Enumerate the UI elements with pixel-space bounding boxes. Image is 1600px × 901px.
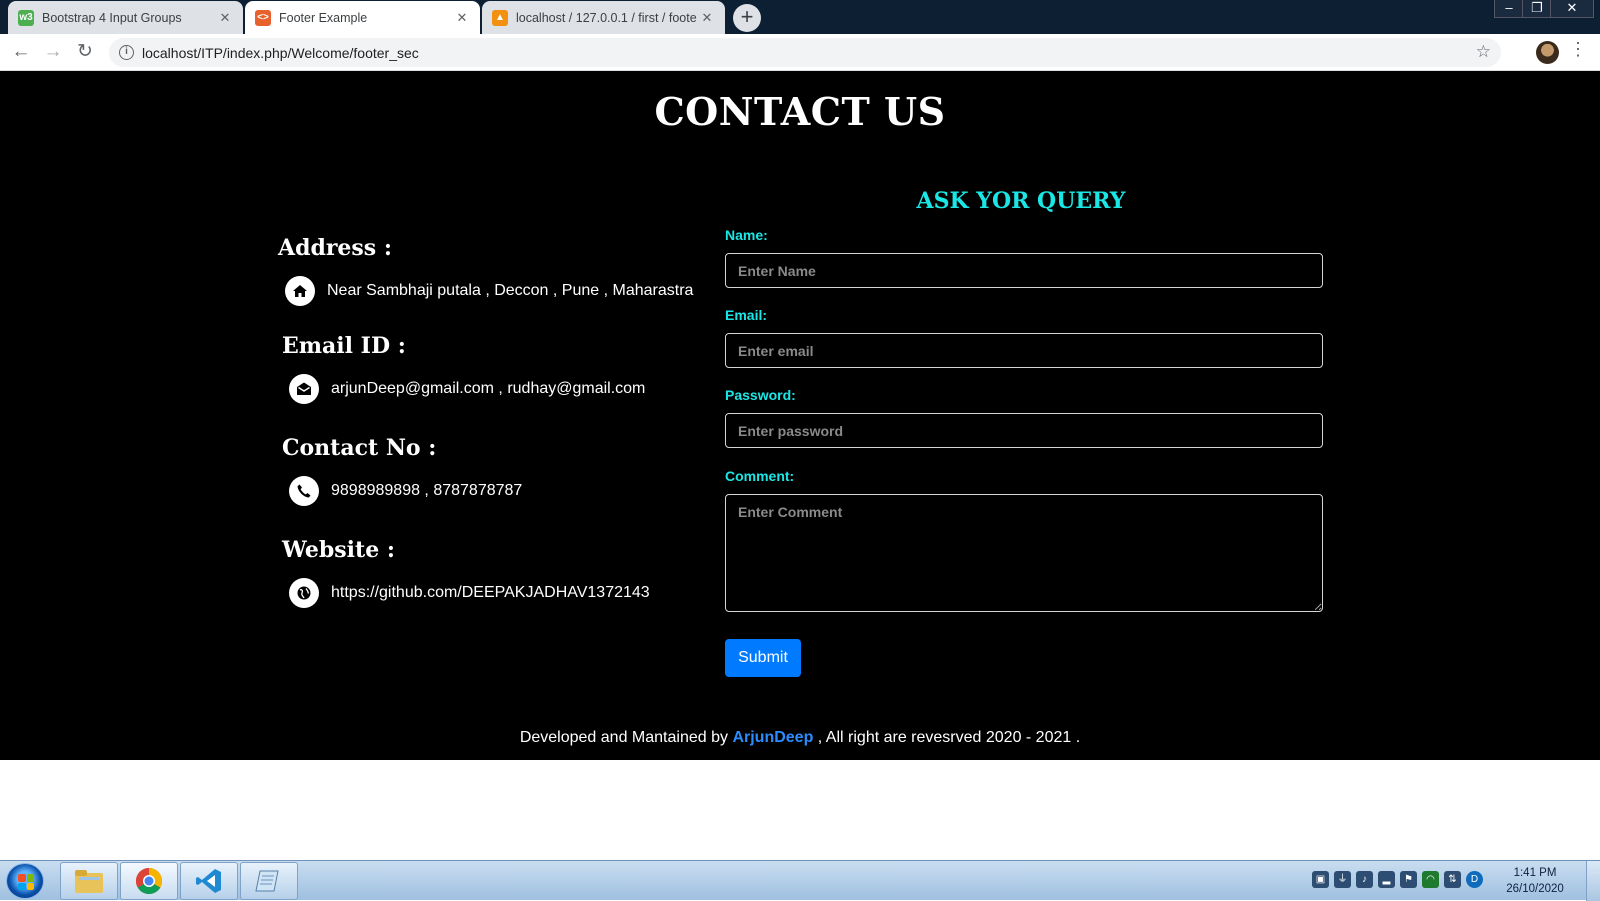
name-label: Name: <box>725 227 768 243</box>
reload-button[interactable]: ↻ <box>72 39 98 65</box>
footer-prefix: Developed and Mantained by <box>519 729 728 746</box>
start-button[interactable] <box>6 863 44 899</box>
close-icon[interactable]: ✕ <box>217 10 233 26</box>
close-window-button[interactable]: ✕ <box>1550 0 1594 18</box>
tab-footer-example[interactable]: <> Footer Example ✕ <box>245 1 480 34</box>
address-row: Near Sambhaji putala , Deccon , Pune , M… <box>285 276 693 306</box>
globe-icon <box>289 578 319 608</box>
dell-icon[interactable]: D <box>1466 871 1483 888</box>
address-bar[interactable]: i localhost/ITP/index.php/Welcome/footer… <box>109 38 1501 67</box>
home-icon <box>285 276 315 306</box>
footer-credit: Developed and Mantained by ArjunDeep , A… <box>0 729 1600 747</box>
explorer-icon <box>75 870 103 893</box>
notepad-icon <box>255 870 279 892</box>
contact-value: 9898989898 , 8787878787 <box>331 482 523 499</box>
address-value: Near Sambhaji putala , Deccon , Pune , M… <box>327 282 694 299</box>
query-form-title: ASK YOR QUERY <box>916 188 1126 214</box>
phpmyadmin-icon: ▲ <box>492 9 508 26</box>
close-icon[interactable]: ✕ <box>699 10 715 26</box>
clock-time: 1:41 PM <box>1513 867 1557 879</box>
envelope-icon <box>289 374 319 404</box>
website-row: https://github.com/DEEPAKJADHAV1372143 <box>289 578 650 608</box>
clock-date: 26/10/2020 <box>1506 883 1564 895</box>
comment-label: Comment: <box>725 468 795 484</box>
password-label: Password: <box>725 387 796 403</box>
email-label: Email: <box>725 307 768 323</box>
tab-phpmyadmin[interactable]: ▲ localhost / 127.0.0.1 / first / foote … <box>482 1 725 34</box>
w3-icon: w3 <box>18 9 34 26</box>
back-button[interactable]: ← <box>8 39 34 65</box>
vscode-icon <box>196 869 221 893</box>
url-text: localhost/ITP/index.php/Welcome/footer_s… <box>142 44 419 61</box>
contact-row: 9898989898 , 8787878787 <box>289 476 522 506</box>
email-row: arjunDeep@gmail.com , rudhay@gmail.com <box>289 374 645 404</box>
taskbar: ▣ ⏚ ♪ ▂ ⚑ ◠ ⇅ D 1:41 PM 26/10/2020 <box>0 860 1600 901</box>
html-icon: <> <box>255 9 271 26</box>
website-value[interactable]: https://github.com/DEEPAKJADHAV1372143 <box>331 584 650 602</box>
close-icon[interactable]: ✕ <box>454 10 470 26</box>
tab-title: Bootstrap 4 Input Groups <box>42 10 182 25</box>
network-icon[interactable]: ⇅ <box>1444 871 1461 888</box>
system-tray: ▣ ⏚ ♪ ▂ ⚑ ◠ ⇅ D <box>1312 871 1483 888</box>
password-input[interactable] <box>725 413 1323 448</box>
minimize-button[interactable]: – <box>1494 0 1524 18</box>
email-heading: Email ID : <box>282 333 406 359</box>
explorer-taskbar-button[interactable] <box>60 862 118 900</box>
vscode-taskbar-button[interactable] <box>180 862 238 900</box>
flag-icon[interactable]: ⚑ <box>1400 871 1417 888</box>
tab-title: Footer Example <box>279 10 368 25</box>
submit-button[interactable]: Submit <box>725 639 801 677</box>
monitor-icon[interactable]: ▣ <box>1312 871 1329 888</box>
browser-toolbar: ← → ↻ i localhost/ITP/index.php/Welcome/… <box>0 34 1600 71</box>
notepad-taskbar-button[interactable] <box>240 862 298 900</box>
footer-suffix: , All right are revesrved 2020 - 2021 . <box>817 729 1081 746</box>
contact-page: CONTACT US Address : Near Sambhaji putal… <box>0 71 1600 760</box>
chrome-icon <box>135 867 163 895</box>
contact-heading: Contact No : <box>282 435 437 461</box>
volume-icon[interactable]: ♪ <box>1356 871 1373 888</box>
name-input[interactable] <box>725 253 1323 288</box>
show-desktop-button[interactable] <box>1586 861 1600 901</box>
avatar[interactable] <box>1536 41 1559 64</box>
new-tab-button[interactable]: + <box>733 4 761 32</box>
signal-icon[interactable]: ▂ <box>1378 871 1395 888</box>
email-value: arjunDeep@gmail.com , rudhay@gmail.com <box>331 380 646 397</box>
restore-button[interactable]: ❐ <box>1522 0 1552 18</box>
wifi-icon[interactable]: ◠ <box>1422 871 1439 888</box>
comment-textarea[interactable] <box>725 494 1323 612</box>
email-input[interactable] <box>725 333 1323 368</box>
forward-button[interactable]: → <box>40 39 66 65</box>
author-link[interactable]: ArjunDeep <box>732 729 813 746</box>
website-heading: Website : <box>282 537 395 563</box>
tab-title: localhost / 127.0.0.1 / first / foote <box>516 10 697 25</box>
chrome-taskbar-button[interactable] <box>120 862 178 900</box>
taskbar-clock[interactable]: 1:41 PM 26/10/2020 <box>1500 865 1570 897</box>
phone-icon <box>289 476 319 506</box>
page-title: CONTACT US <box>654 89 946 134</box>
info-icon[interactable]: i <box>119 45 134 60</box>
tab-bootstrap-input-groups[interactable]: w3 Bootstrap 4 Input Groups ✕ <box>8 1 243 34</box>
address-heading: Address : <box>278 235 392 261</box>
menu-icon[interactable]: ⋮ <box>1568 39 1588 60</box>
browser-tabstrip: w3 Bootstrap 4 Input Groups ✕ <> Footer … <box>0 0 1600 34</box>
usb-icon[interactable]: ⏚ <box>1334 871 1351 888</box>
star-icon[interactable]: ☆ <box>1476 42 1491 62</box>
windows-logo-icon <box>18 874 34 890</box>
